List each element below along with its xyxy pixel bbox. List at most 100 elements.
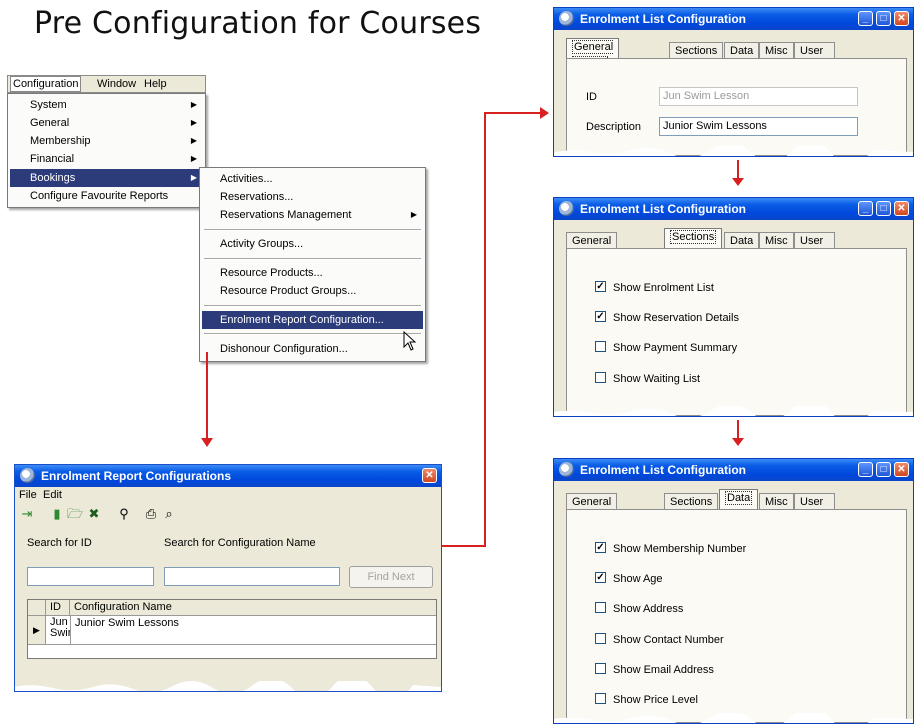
find-next-button[interactable]: Find Next xyxy=(349,566,433,588)
column-divider xyxy=(70,616,71,644)
maximize-button[interactable]: □ xyxy=(876,11,891,26)
menu-item-general[interactable]: General ▶ xyxy=(10,114,203,132)
cell-id-line: Swim xyxy=(50,627,70,639)
menu-edit[interactable]: Edit xyxy=(43,489,62,501)
menu-item-bookings[interactable]: Bookings ▶ xyxy=(10,169,203,187)
checkbox-label: Show Membership Number xyxy=(613,543,747,555)
menu-item-enrolment-report-configuration[interactable]: Enrolment Report Configuration... xyxy=(202,311,423,329)
menu-window[interactable]: Window xyxy=(97,78,136,90)
menu-help[interactable]: Help xyxy=(144,78,167,90)
torn-edge xyxy=(554,406,913,416)
search-name-label: Search for Configuration Name xyxy=(164,537,316,549)
search-name-input[interactable] xyxy=(164,567,340,586)
app-icon xyxy=(559,11,574,26)
window-titlebar: Enrolment Report Configurations ✕ xyxy=(15,465,441,487)
arrow-right-icon xyxy=(540,107,549,119)
exit-icon[interactable]: ⇥ xyxy=(19,506,35,522)
checkbox-box[interactable]: ✓ xyxy=(595,281,606,292)
checkbox-box[interactable] xyxy=(595,633,606,644)
menu-item-label: Reservations Management xyxy=(220,209,352,221)
submenu-arrow-icon: ▶ xyxy=(190,154,197,163)
menu-separator xyxy=(204,229,421,231)
table-row[interactable]: ▶ JunSwim Junior Swim Lessons xyxy=(28,616,436,645)
flow-arrow-line xyxy=(206,352,208,440)
maximize-button[interactable]: □ xyxy=(876,201,891,216)
close-button[interactable]: ✕ xyxy=(422,468,437,483)
checkbox-label: Show Address xyxy=(613,603,684,615)
description-field[interactable]: Junior Swim Lessons xyxy=(659,117,858,136)
flow-arrow-line xyxy=(484,112,542,114)
minimize-button[interactable]: _ xyxy=(858,201,873,216)
checkbox-box[interactable] xyxy=(595,372,606,383)
checkbox-box[interactable]: ✓ xyxy=(595,311,606,322)
menu-configuration[interactable]: Configuration xyxy=(10,76,82,92)
window-title: Enrolment List Configuration xyxy=(580,463,746,477)
flow-arrow-line xyxy=(737,160,739,180)
app-icon xyxy=(559,462,574,477)
id-field[interactable]: Jun Swim Lesson xyxy=(659,87,858,106)
checkbox-box[interactable] xyxy=(595,663,606,674)
minimize-button[interactable]: _ xyxy=(858,462,873,477)
flow-arrow-line xyxy=(442,545,486,547)
menu-file[interactable]: File xyxy=(19,489,37,501)
new-record-icon[interactable]: ▮ xyxy=(49,506,65,522)
column-header-id[interactable]: ID xyxy=(46,600,70,616)
id-label: ID xyxy=(586,91,597,103)
column-header-configuration-name[interactable]: Configuration Name xyxy=(70,600,436,616)
cell-id: JunSwim xyxy=(50,617,70,639)
submenu-arrow-icon: ▶ xyxy=(410,210,417,219)
checkbox-label: Show Contact Number xyxy=(613,634,724,646)
menu-item-dishonour-configuration[interactable]: Dishonour Configuration... xyxy=(202,340,423,358)
checkbox-box[interactable]: ✓ xyxy=(595,572,606,583)
enrolment-list-configuration-window-sections: Enrolment List Configuration _ □ ✕ Gener… xyxy=(553,197,914,417)
print-icon[interactable]: ⎙ xyxy=(143,506,159,522)
menu-item-resource-product-groups[interactable]: Resource Product Groups... xyxy=(202,282,423,300)
tab-general-details[interactable]: General Details xyxy=(566,38,620,70)
menu-item-membership[interactable]: Membership ▶ xyxy=(10,132,203,150)
mouse-cursor-icon xyxy=(403,331,417,351)
tab-data[interactable]: Data xyxy=(719,489,759,511)
torn-edge xyxy=(15,681,441,691)
torn-edge xyxy=(554,713,913,723)
checkbox-box[interactable]: ✓ xyxy=(595,542,606,553)
checkbox-box[interactable] xyxy=(595,602,606,613)
maximize-button[interactable]: □ xyxy=(876,462,891,477)
tab-label: Data xyxy=(725,491,753,505)
submenu-arrow-icon: ▶ xyxy=(190,173,197,182)
print-preview-icon[interactable]: ⌕ xyxy=(161,506,177,522)
menu-item-reservations-management[interactable]: Reservations Management ▶ xyxy=(202,206,423,224)
arrow-down-icon xyxy=(732,438,744,446)
checkbox-label: Show Email Address xyxy=(613,664,714,676)
description-label: Description xyxy=(586,121,642,133)
menu-item-label: Financial xyxy=(30,153,75,165)
tab-sections[interactable]: Sections xyxy=(664,228,723,250)
checkbox-label: Show Payment Summary xyxy=(613,342,738,354)
toolbar: ⇥ ▮ 🗁 ✖ ⚲ ⎙ ⌕ xyxy=(19,506,259,524)
menu-item-activity-groups[interactable]: Activity Groups... xyxy=(202,235,423,253)
menu-item-reservations[interactable]: Reservations... xyxy=(202,188,423,206)
search-id-input[interactable] xyxy=(27,567,154,586)
close-button[interactable]: ✕ xyxy=(894,462,909,477)
app-icon xyxy=(20,468,35,483)
binoculars-icon[interactable]: ⚲ xyxy=(116,506,132,522)
close-button[interactable]: ✕ xyxy=(894,11,909,26)
menu-separator xyxy=(204,258,421,260)
checkbox-label: Show Age xyxy=(613,573,663,585)
checkbox-label: Show Reservation Details xyxy=(613,312,739,324)
checkbox-box[interactable] xyxy=(595,693,606,704)
delete-icon[interactable]: ✖ xyxy=(86,506,102,522)
menu-item-financial[interactable]: Financial ▶ xyxy=(10,150,203,168)
open-folder-icon[interactable]: 🗁 xyxy=(67,506,83,522)
close-button[interactable]: ✕ xyxy=(894,201,909,216)
menu-item-resource-products[interactable]: Resource Products... xyxy=(202,264,423,282)
minimize-button[interactable]: _ xyxy=(858,11,873,26)
menu-item-configure-favourite-reports[interactable]: Configure Favourite Reports xyxy=(10,187,203,205)
menu-item-system[interactable]: System ▶ xyxy=(10,96,203,114)
submenu-arrow-icon: ▶ xyxy=(190,100,197,109)
menu-item-label: Configure Favourite Reports xyxy=(30,190,169,202)
tab-panel-general: ID Jun Swim Lesson Description Junior Sw… xyxy=(566,58,907,156)
menubar: Configuration Window Help xyxy=(7,75,206,93)
enrolment-list-configuration-window-general: Enrolment List Configuration _ □ ✕ Gener… xyxy=(553,7,914,157)
checkbox-box[interactable] xyxy=(595,341,606,352)
menu-item-activities[interactable]: Activities... xyxy=(202,170,423,188)
